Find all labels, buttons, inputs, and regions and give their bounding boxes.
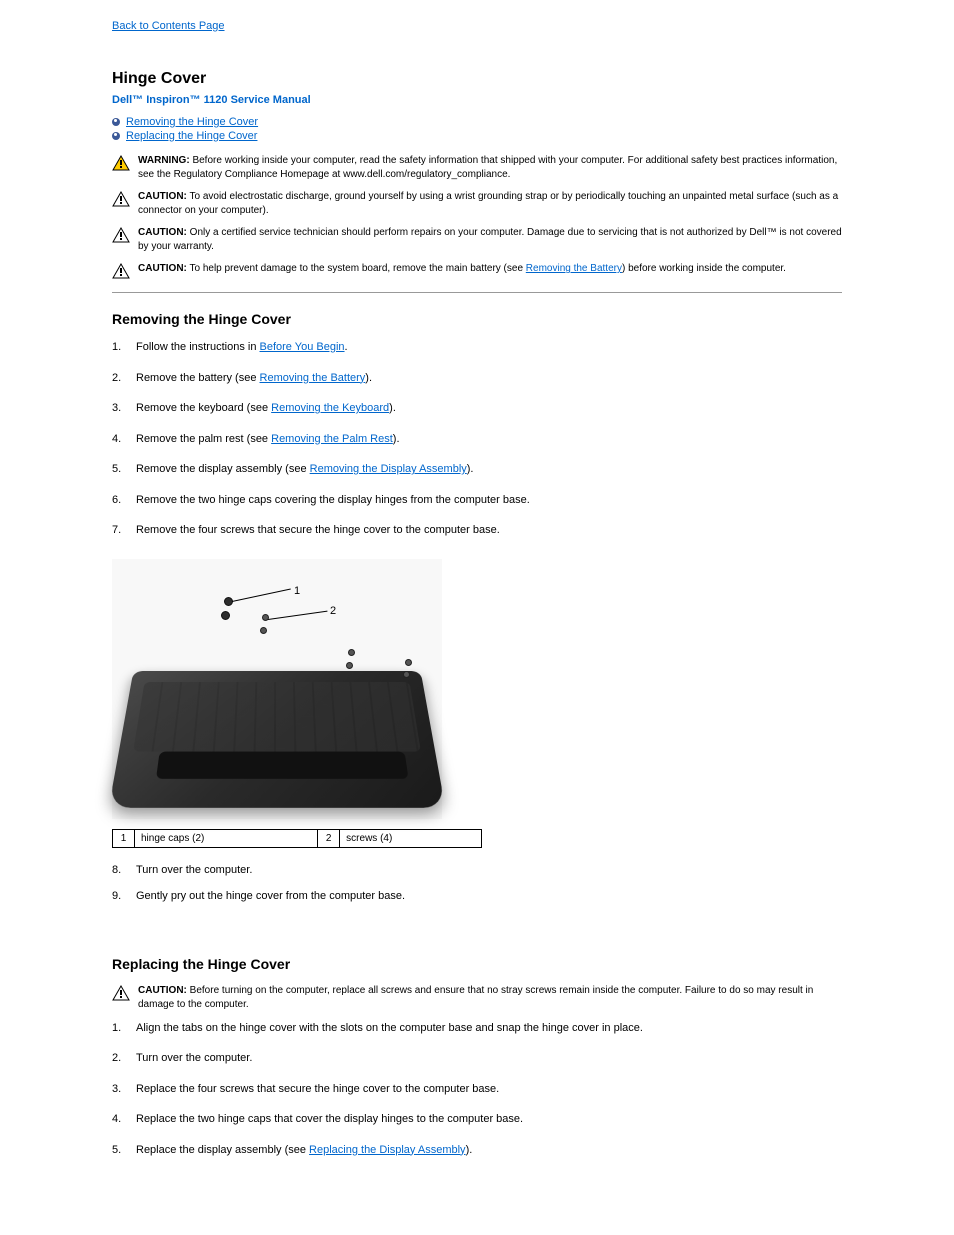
page-title: Hinge Cover — [112, 70, 842, 88]
warning-body: Before working inside your computer, rea… — [138, 155, 837, 180]
remove-battery-link[interactable]: Removing the Battery — [526, 263, 622, 274]
caution-body: Only a certified service technician shou… — [138, 227, 842, 252]
caution-text: CAUTION: To avoid electrostatic discharg… — [138, 190, 842, 218]
step: Remove the two hinge caps covering the d… — [112, 492, 842, 509]
remove-steps: Follow the instructions in Before You Be… — [112, 339, 842, 539]
figure-image: 1 2 — [112, 559, 442, 819]
caution-before: To help prevent damage to the system boa… — [190, 263, 526, 274]
step: Turn over the computer. — [112, 1050, 842, 1067]
step: Remove the keyboard (see Removing the Ke… — [112, 400, 842, 417]
divider — [112, 292, 842, 293]
caution-prefix: CAUTION: — [138, 191, 187, 202]
section-title-remove: Removing the Hinge Cover — [112, 311, 842, 327]
bullet-icon — [112, 118, 120, 126]
caution-body: Before turning on the computer, replace … — [138, 985, 813, 1010]
removing-keyboard-link[interactable]: Removing the Keyboard — [271, 402, 389, 414]
part-num: 1 — [113, 829, 135, 847]
step: Remove the four screws that secure the h… — [112, 522, 842, 539]
before-you-begin-link[interactable]: Before You Begin — [260, 341, 345, 353]
parts-table: 1 hinge caps (2) 2 screws (4) — [112, 829, 482, 848]
caution-icon — [112, 263, 130, 282]
callout-2: 2 — [330, 605, 336, 617]
replacing-display-assembly-link[interactable]: Replacing the Display Assembly — [309, 1144, 466, 1156]
toc-link-remove[interactable]: Removing the Hinge Cover — [126, 116, 258, 128]
step: Remove the display assembly (see Removin… — [112, 461, 842, 478]
caution-after: ) before working inside the computer. — [622, 263, 786, 274]
caution-prefix: CAUTION: — [138, 227, 187, 238]
part-label: screws (4) — [340, 829, 482, 847]
warning-callout: WARNING: Before working inside your comp… — [112, 154, 842, 182]
step: Align the tabs on the hinge cover with t… — [112, 1020, 842, 1037]
toc: Removing the Hinge Cover Replacing the H… — [112, 116, 842, 142]
warning-prefix: WARNING: — [138, 155, 190, 166]
caution-prefix: CAUTION: — [138, 985, 187, 996]
caution-callout: CAUTION: To help prevent damage to the s… — [112, 262, 842, 282]
part-label: hinge caps (2) — [135, 829, 318, 847]
caution-text: CAUTION: To help prevent damage to the s… — [138, 262, 786, 276]
caution-text: CAUTION: Before turning on the computer,… — [138, 984, 842, 1012]
step: Replace the display assembly (see Replac… — [112, 1142, 842, 1159]
figure: 1 2 — [112, 559, 842, 819]
step-8: 8. Turn over the computer. — [112, 864, 842, 876]
toc-item: Replacing the Hinge Cover — [112, 130, 842, 142]
removing-display-assembly-link[interactable]: Removing the Display Assembly — [310, 463, 467, 475]
caution-prefix: CAUTION: — [138, 263, 187, 274]
step: Remove the battery (see Removing the Bat… — [112, 370, 842, 387]
removing-battery-link[interactable]: Removing the Battery — [260, 372, 366, 384]
manual-title: Dell™ Inspiron™ 1120 Service Manual — [112, 94, 842, 106]
caution-text: CAUTION: Only a certified service techni… — [138, 226, 842, 254]
step: Replace the two hinge caps that cover th… — [112, 1111, 842, 1128]
caution-body: To avoid electrostatic discharge, ground… — [138, 191, 838, 216]
replace-steps: Align the tabs on the hinge cover with t… — [112, 1020, 842, 1159]
table-row: 1 hinge caps (2) 2 screws (4) — [113, 829, 482, 847]
step-9: 9. Gently pry out the hinge cover from t… — [112, 890, 842, 902]
callout-1: 1 — [294, 585, 300, 597]
section-title-replace: Replacing the Hinge Cover — [112, 956, 842, 972]
toc-item: Removing the Hinge Cover — [112, 116, 842, 128]
warning-text: WARNING: Before working inside your comp… — [138, 154, 842, 182]
caution-callout: CAUTION: Before turning on the computer,… — [112, 984, 842, 1012]
warning-icon — [112, 155, 130, 174]
caution-callout: CAUTION: To avoid electrostatic discharg… — [112, 190, 842, 218]
part-num: 2 — [318, 829, 340, 847]
caution-icon — [112, 191, 130, 210]
removing-palm-rest-link[interactable]: Removing the Palm Rest — [271, 433, 393, 445]
step: Remove the palm rest (see Removing the P… — [112, 431, 842, 448]
bullet-icon — [112, 132, 120, 140]
step: Follow the instructions in Before You Be… — [112, 339, 842, 356]
back-to-contents-link[interactable]: Back to Contents Page — [112, 20, 225, 32]
toc-link-replace[interactable]: Replacing the Hinge Cover — [126, 130, 257, 142]
caution-icon — [112, 985, 130, 1004]
caution-callout: CAUTION: Only a certified service techni… — [112, 226, 842, 254]
step: Replace the four screws that secure the … — [112, 1081, 842, 1098]
caution-icon — [112, 227, 130, 246]
